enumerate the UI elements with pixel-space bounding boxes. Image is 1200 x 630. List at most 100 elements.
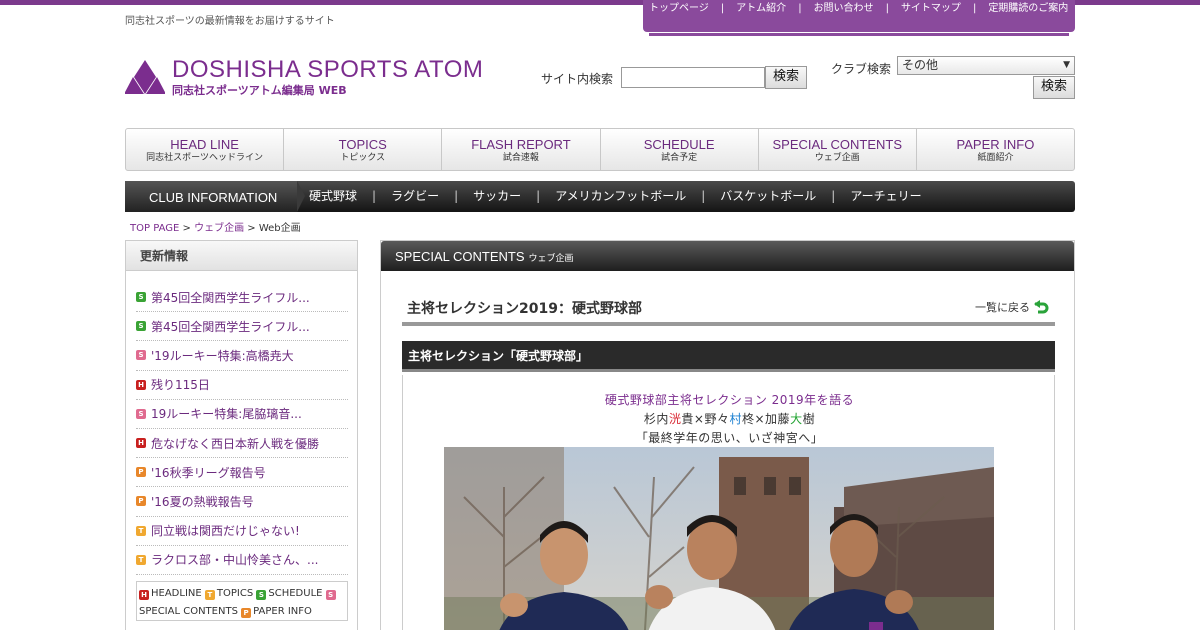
nav-topics[interactable]: TOPICS トピックス [284,129,443,170]
topnav-subscription[interactable]: 定期購読のご案内 [988,3,1068,14]
site-search-input[interactable] [621,67,765,88]
category-badge-icon: S [136,292,146,303]
nav-paper-info[interactable]: PAPER INFO 紙面紹介 [917,129,1074,170]
category-badge-icon: S [136,408,146,419]
list-item[interactable]: P '16秋季リーグ報告号 [136,458,348,488]
main-content: SPECIAL CONTENTS ウェブ企画 主将セレクション2019：硬式野球部… [380,240,1075,630]
breadcrumb-separator: > [247,223,256,234]
topnav-separator: | [972,3,977,14]
club-link-basketball[interactable]: バスケットボール [720,189,816,203]
legend-paper-info: PAPER INFO [253,606,312,617]
list-item[interactable]: H 残り115日 [136,371,348,400]
topnav-underline [649,33,1069,36]
breadcrumb-parent[interactable]: ウェブ企画 [194,223,244,234]
lead-line-2: 杉内洸貴×野々村柊×加藤大樹 [403,410,1056,427]
list-item[interactable]: S 第45回全関西学生ライフル... [136,312,348,342]
club-link-archery[interactable]: アーチェリー [850,189,921,203]
nav-headline-en: HEAD LINE [170,137,239,152]
article-body: 硬式野球部主将セレクション 2019年を語る 杉内洸貴×野々村柊×加藤大樹 「最… [402,375,1055,630]
list-item[interactable]: T 同立戦は関西だけじゃない! [136,517,348,546]
site-search-button[interactable]: 検索 [765,66,807,89]
legend-special-contents: SPECIAL CONTENTS [139,606,238,617]
topics-badge-icon: T [204,590,215,600]
list-item-text: 第45回全関西学生ライフル... [151,319,310,334]
team-photo [444,447,994,630]
category-badge-icon: T [136,554,146,565]
nav-headline-jp: 同志社スポーツヘッドライン [146,153,263,163]
article-title: 主将セレクション2019：硬式野球部 [407,301,642,317]
list-item[interactable]: T ラクロス部・中山怜美さん、... [136,546,348,575]
topnav-home[interactable]: トップページ [649,3,709,14]
breadcrumb-home[interactable]: TOP PAGE [130,223,179,234]
club-link-soccer[interactable]: サッカー [473,189,521,203]
site-logo[interactable]: DOSHISHA SPORTS ATOM 同志社スポーツアトム編集局 WEB [125,56,483,98]
club-search-button[interactable]: 検索 [1033,76,1075,99]
return-arrow-icon [1034,300,1049,314]
legend-headline: HEADLINE [151,588,202,599]
list-item-text: 同立戦は関西だけじゃない! [151,524,300,539]
paper-badge-icon: P [241,608,252,618]
category-badge-icon: H [136,379,146,390]
updates-list: S 第45回全関西学生ライフル... S 第45回全関西学生ライフル... S '19… [136,283,348,575]
club-link-rugby[interactable]: ラグビー [391,189,439,203]
topnav-separator: | [798,3,802,14]
nav-special-contents[interactable]: SPECIAL CONTENTS ウェブ企画 [759,129,917,170]
club-link-american-football[interactable]: アメリカンフットボール [555,189,686,203]
nav-flash-report-en: FLASH REPORT [471,137,571,152]
nav-paper-info-jp: 紙面紹介 [977,153,1014,163]
club-info-bar: CLUB INFORMATION 硬式野球 | ラグビー | サッカー | アメリカンフット… [125,181,1075,212]
lead-name-part: 貴×野々 [681,412,730,426]
title-divider [402,322,1055,326]
club-select-value: その他 [902,58,939,72]
breadcrumb-current: Web企画 [258,223,301,234]
club-separator: | [536,189,541,203]
lead-name-blue: 村 [729,412,742,426]
site-search-label: サイト内検索 [541,72,614,86]
lead-name-green: 大 [790,412,803,426]
topnav-separator: | [885,3,889,14]
list-item-text: 残り115日 [151,378,210,393]
category-badge-icon: P [136,467,146,478]
list-item-text: 第45回全関西学生ライフル... [151,290,310,305]
top-utility-nav: トップページ | アトム紹介 | お問い合わせ | サイトマップ | 定期購読のご案内 [643,0,1075,32]
list-item[interactable]: S 19ルーキー特集:尾脇璃音... [136,400,348,429]
nav-schedule[interactable]: SCHEDULE 試合予定 [601,129,759,170]
club-select[interactable]: その他 ▼ [897,56,1075,75]
lead-name-part: 柊×加藤 [742,412,791,426]
list-item[interactable]: P '16夏の熱戦報告号 [136,487,348,517]
topnav-contact[interactable]: お問い合わせ [814,3,874,14]
topnav-separator: | [720,3,725,14]
breadcrumb-separator: > [182,223,191,234]
club-separator: | [454,189,459,203]
back-to-list-label: 一覧に戻る [975,301,1030,314]
logo-title: DOSHISHA SPORTS ATOM [172,56,484,83]
club-separator: | [701,189,706,203]
nav-special-contents-jp: ウェブ企画 [814,153,860,163]
category-badge-icon: H [136,438,146,449]
back-to-list-link[interactable]: 一覧に戻る [975,299,1049,315]
club-link-baseball[interactable]: 硬式野球 [309,189,357,203]
legend-schedule: SCHEDULE [268,588,323,599]
club-separator: | [831,189,836,203]
club-links: 硬式野球 | ラグビー | サッカー | アメリカンフットボール | バスケットボール | アーチェ… [309,181,922,212]
topnav-sitemap[interactable]: サイトマップ [901,3,961,14]
list-item[interactable]: H 危なげなく西日本新人戦を優勝 [136,429,348,459]
list-item-text: '16秋季リーグ報告号 [151,465,266,480]
nav-headline[interactable]: HEAD LINE 同志社スポーツヘッドライン [126,129,285,170]
updates-sidebar: 更新情報 S 第45回全関西学生ライフル... S 第45回全関西学生ライフル...… [125,240,358,630]
section-title: 主将セレクション「硬式野球部」 [402,341,1055,372]
nav-paper-info-en: PAPER INFO [956,137,1035,152]
main-navigation: HEAD LINE 同志社スポーツヘッドライン TOPICS トピックス FLA… [125,128,1075,171]
list-item[interactable]: S 第45回全関西学生ライフル... [136,283,348,313]
content-header: SPECIAL CONTENTS ウェブ企画 [381,241,1074,271]
category-badge-icon: T [136,525,146,536]
nav-schedule-en: SCHEDULE [643,137,715,152]
special-badge-icon: S [325,590,336,600]
list-item-text: ラクロス部・中山怜美さん、... [151,553,319,568]
headline-badge-icon: H [139,590,149,600]
nav-flash-report[interactable]: FLASH REPORT 試合速報 [442,129,601,170]
list-item[interactable]: S '19ルーキー特集:高橋尭大 [136,341,348,371]
list-item-text: '19ルーキー特集:高橋尭大 [151,348,294,363]
lead-name-part: 杉内 [643,412,669,426]
topnav-about[interactable]: アトム紹介 [736,3,786,14]
